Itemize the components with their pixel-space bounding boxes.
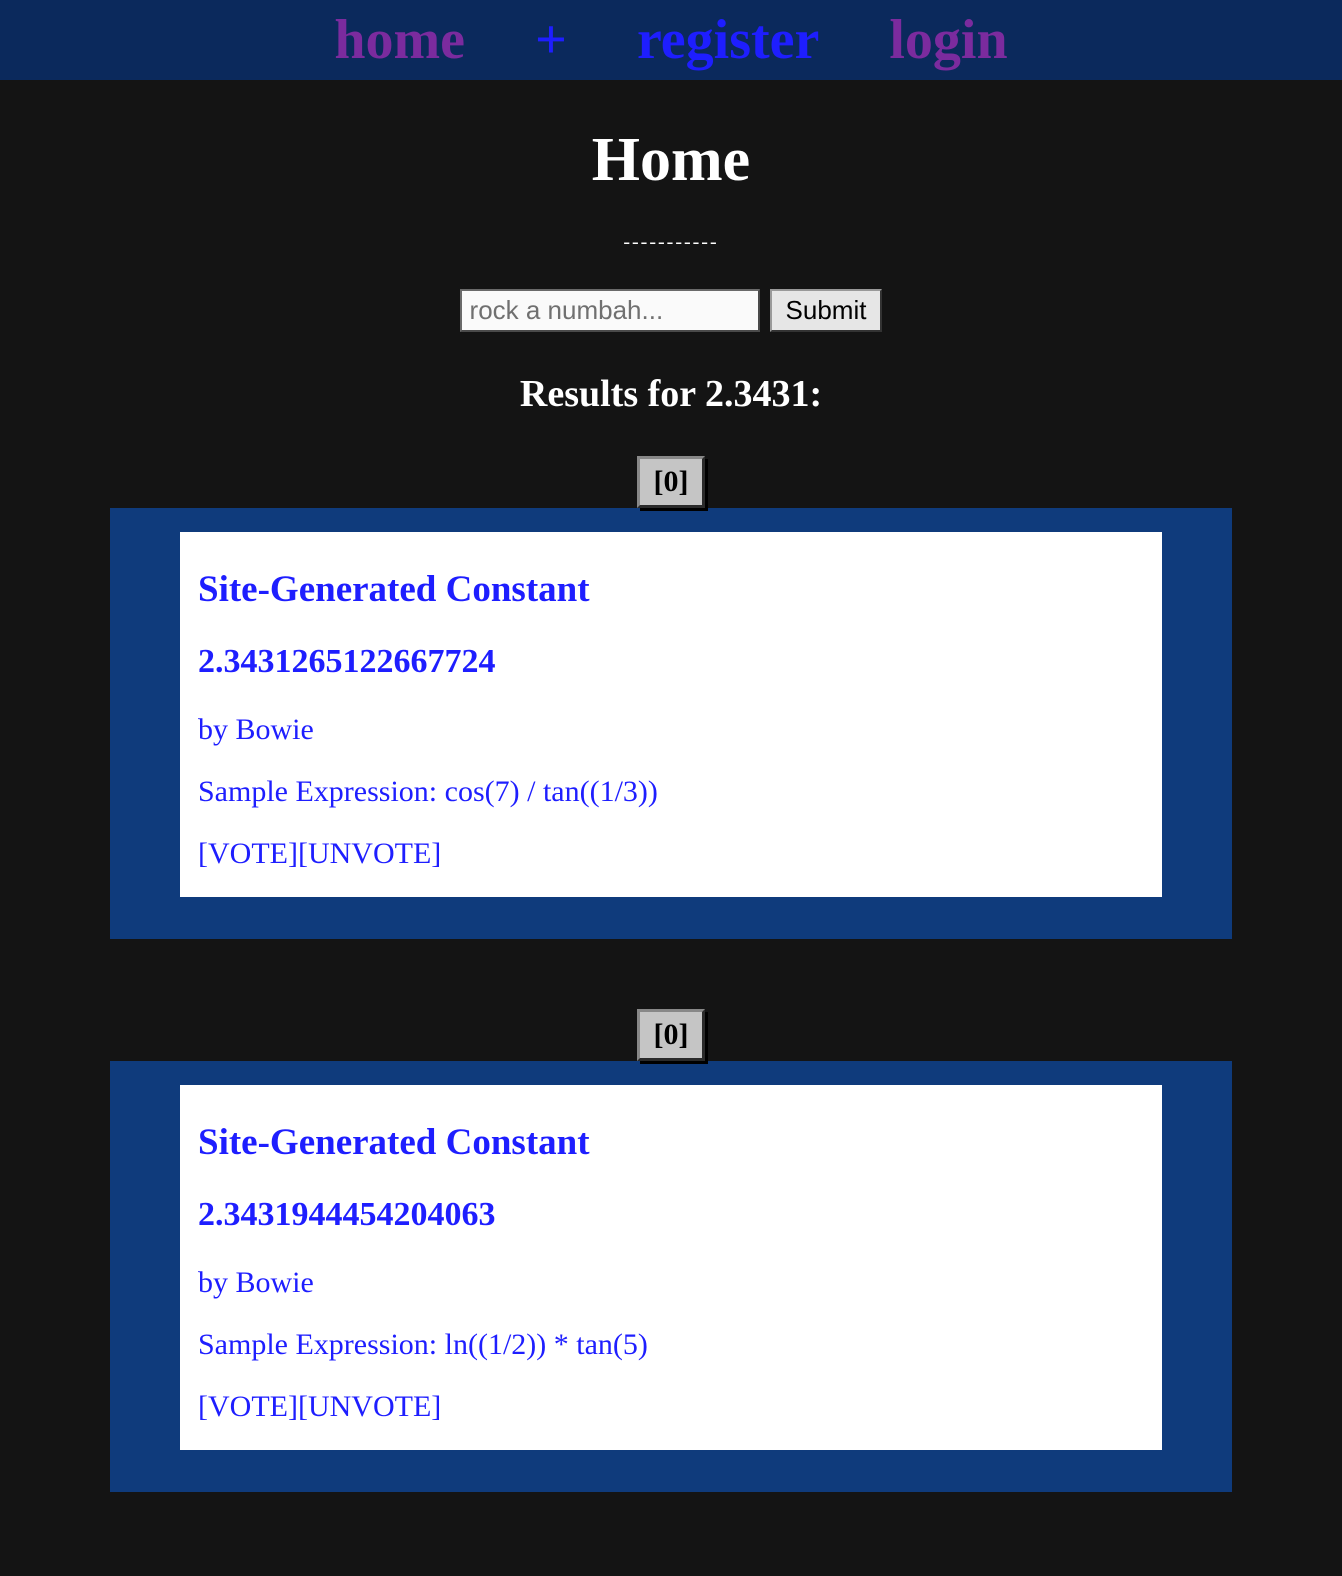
submit-button[interactable]: Submit <box>770 289 883 332</box>
vote-link[interactable]: [VOTE] <box>198 837 298 870</box>
vote-count-button[interactable]: [0] <box>637 456 706 508</box>
nav-plus[interactable]: + <box>535 8 567 72</box>
result-block: [0] Site-Generated Constant 2.3431265122… <box>0 456 1342 939</box>
page-title: Home <box>0 125 1342 196</box>
result-card: Site-Generated Constant 2.34312651226677… <box>180 532 1162 897</box>
result-card: Site-Generated Constant 2.34319444542040… <box>180 1085 1162 1450</box>
card-title: Site-Generated Constant <box>198 568 1144 611</box>
card-author: by Bowie <box>198 713 1144 747</box>
nav-login[interactable]: login <box>889 8 1007 72</box>
navbar: home + register login <box>0 0 1342 80</box>
result-block: [0] Site-Generated Constant 2.3431944454… <box>0 1009 1342 1492</box>
result-outer: Site-Generated Constant 2.34312651226677… <box>110 508 1232 939</box>
vote-link[interactable]: [VOTE] <box>198 1390 298 1423</box>
nav-register[interactable]: register <box>637 8 819 72</box>
main-container: Home ----------- Submit Results for 2.34… <box>0 125 1342 1492</box>
card-expression: Sample Expression: ln((1/2)) * tan(5) <box>198 1328 1144 1362</box>
card-expression: Sample Expression: cos(7) / tan((1/3)) <box>198 775 1144 809</box>
search-input[interactable] <box>460 289 760 332</box>
search-form: Submit <box>0 289 1342 332</box>
nav-home[interactable]: home <box>334 8 465 72</box>
card-author: by Bowie <box>198 1266 1144 1300</box>
unvote-link[interactable]: [UNVOTE] <box>298 837 441 870</box>
vote-links: [VOTE][UNVOTE] <box>198 837 1144 871</box>
card-value: 2.3431265122667724 <box>198 643 1144 681</box>
vote-links: [VOTE][UNVOTE] <box>198 1390 1144 1424</box>
results-heading: Results for 2.3431: <box>0 372 1342 416</box>
card-title: Site-Generated Constant <box>198 1121 1144 1164</box>
vote-count-button[interactable]: [0] <box>637 1009 706 1061</box>
result-outer: Site-Generated Constant 2.34319444542040… <box>110 1061 1232 1492</box>
divider: ----------- <box>0 231 1342 254</box>
unvote-link[interactable]: [UNVOTE] <box>298 1390 441 1423</box>
card-value: 2.3431944454204063 <box>198 1196 1144 1234</box>
